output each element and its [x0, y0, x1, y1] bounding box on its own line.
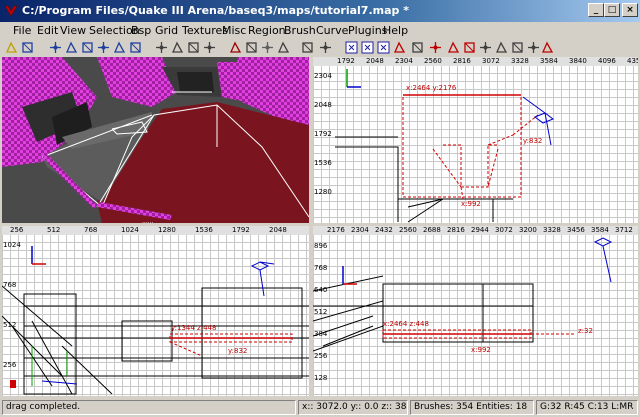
scale-icon[interactable]	[510, 40, 525, 55]
clipper-icon[interactable]	[276, 40, 291, 55]
make-hollow-icon[interactable]	[260, 40, 275, 55]
flip-y-icon[interactable]	[64, 40, 79, 55]
front-view[interactable]: 2176 2304 2432 2560 2688 2816 2944 3072 3200 3328…	[313, 226, 638, 396]
app-icon	[4, 5, 18, 17]
menu-file[interactable]: File	[13, 24, 31, 37]
move-icon[interactable]	[446, 40, 461, 55]
status-position: x:: 3072.0 y:: 0.0 z:: 384.0	[298, 400, 408, 415]
side-view-coords-label: y:1344 z:448	[171, 324, 217, 332]
horizontal-splitter[interactable]	[2, 223, 638, 226]
menu-grid[interactable]: Grid	[155, 24, 178, 37]
csg-merge-icon[interactable]	[244, 40, 259, 55]
side-view-y-size-label: y:832	[228, 347, 248, 355]
maximize-button[interactable]: □	[604, 3, 620, 17]
title-bar[interactable]: C:/Program Files/Quake III Arena/baseq3/…	[0, 0, 640, 22]
select-touching-icon[interactable]	[170, 40, 185, 55]
menu-misc[interactable]: Misc	[222, 24, 246, 37]
csg-subtract-icon[interactable]	[228, 40, 243, 55]
patch-icon[interactable]	[526, 40, 541, 55]
save-icon[interactable]	[20, 40, 35, 55]
rotate-y-icon[interactable]	[112, 40, 127, 55]
status-bar: drag completed. x:: 3072.0 y:: 0.0 z:: 3…	[0, 398, 640, 417]
menu-view[interactable]: View	[60, 24, 86, 37]
front-view-geometry	[313, 237, 613, 352]
top-view-geometry	[335, 69, 555, 223]
front-view-x-size-label: x:992	[471, 346, 491, 354]
menu-curve[interactable]: Curve	[316, 24, 348, 37]
open-icon[interactable]	[4, 40, 19, 55]
view-y-icon[interactable]	[360, 40, 375, 55]
plugin-icon[interactable]	[540, 40, 555, 55]
rotate-z-icon[interactable]	[128, 40, 143, 55]
vertical-splitter[interactable]	[309, 57, 313, 396]
window-title: C:/Program Files/Quake III Arena/baseq3/…	[22, 4, 409, 17]
menu-bsp[interactable]: Bsp	[131, 24, 151, 37]
change-view-icon[interactable]	[300, 40, 315, 55]
camera-scene: ......	[2, 57, 309, 223]
front-view-z-size-label: z:32	[578, 327, 593, 335]
select-inside-icon[interactable]	[202, 40, 217, 55]
flip-z-icon[interactable]	[80, 40, 95, 55]
menu-bar: File Edit View Selection Bsp Grid Textur…	[0, 22, 640, 40]
select-complete-tall-icon[interactable]	[154, 40, 169, 55]
side-view-left[interactable]: 256 512 768 1024 1280 1536 1792 2048 1024 768 512…	[2, 226, 309, 396]
menu-region[interactable]: Region	[248, 24, 286, 37]
select-partial-tall-icon[interactable]	[186, 40, 201, 55]
status-counts: Brushes: 354 Entities: 18	[410, 400, 534, 415]
camera-view-icon[interactable]	[410, 40, 425, 55]
front-view-coords-label: x:2464 z:448	[383, 320, 429, 328]
side-view-left-geometry	[2, 246, 309, 395]
menu-edit[interactable]: Edit	[37, 24, 58, 37]
free-rotate-icon[interactable]	[494, 40, 509, 55]
camera-view[interactable]: ......	[2, 57, 309, 223]
close-button[interactable]: ×	[622, 3, 638, 17]
view-x-icon[interactable]	[344, 40, 359, 55]
paint-icon[interactable]	[462, 40, 477, 55]
top-view[interactable]: 1792 2048 2304 2560 2816 3072 3328 3584 3840 4096…	[313, 57, 638, 223]
cubic-clip-icon[interactable]	[392, 40, 407, 55]
texture-view-icon[interactable]	[318, 40, 333, 55]
status-grid: G:32 R:45 C:13 L:MR	[536, 400, 638, 415]
minimize-button[interactable]: _	[588, 3, 604, 17]
menu-plugins[interactable]: Plugins	[348, 24, 387, 37]
top-view-y-size-label: y:832	[523, 137, 543, 145]
status-message: drag completed.	[2, 400, 296, 415]
top-view-coords-label: x:2464 y:2176	[406, 84, 457, 92]
rotate-x-icon[interactable]	[96, 40, 111, 55]
top-view-x-size-label: x:992	[461, 200, 481, 208]
menu-help[interactable]: Help	[383, 24, 408, 37]
toolbar	[0, 40, 640, 56]
view-z-icon[interactable]	[376, 40, 391, 55]
menu-brush[interactable]: Brush	[284, 24, 316, 37]
entity-view-icon[interactable]	[428, 40, 443, 55]
flip-x-icon[interactable]	[48, 40, 63, 55]
show-bounds-icon[interactable]	[478, 40, 493, 55]
